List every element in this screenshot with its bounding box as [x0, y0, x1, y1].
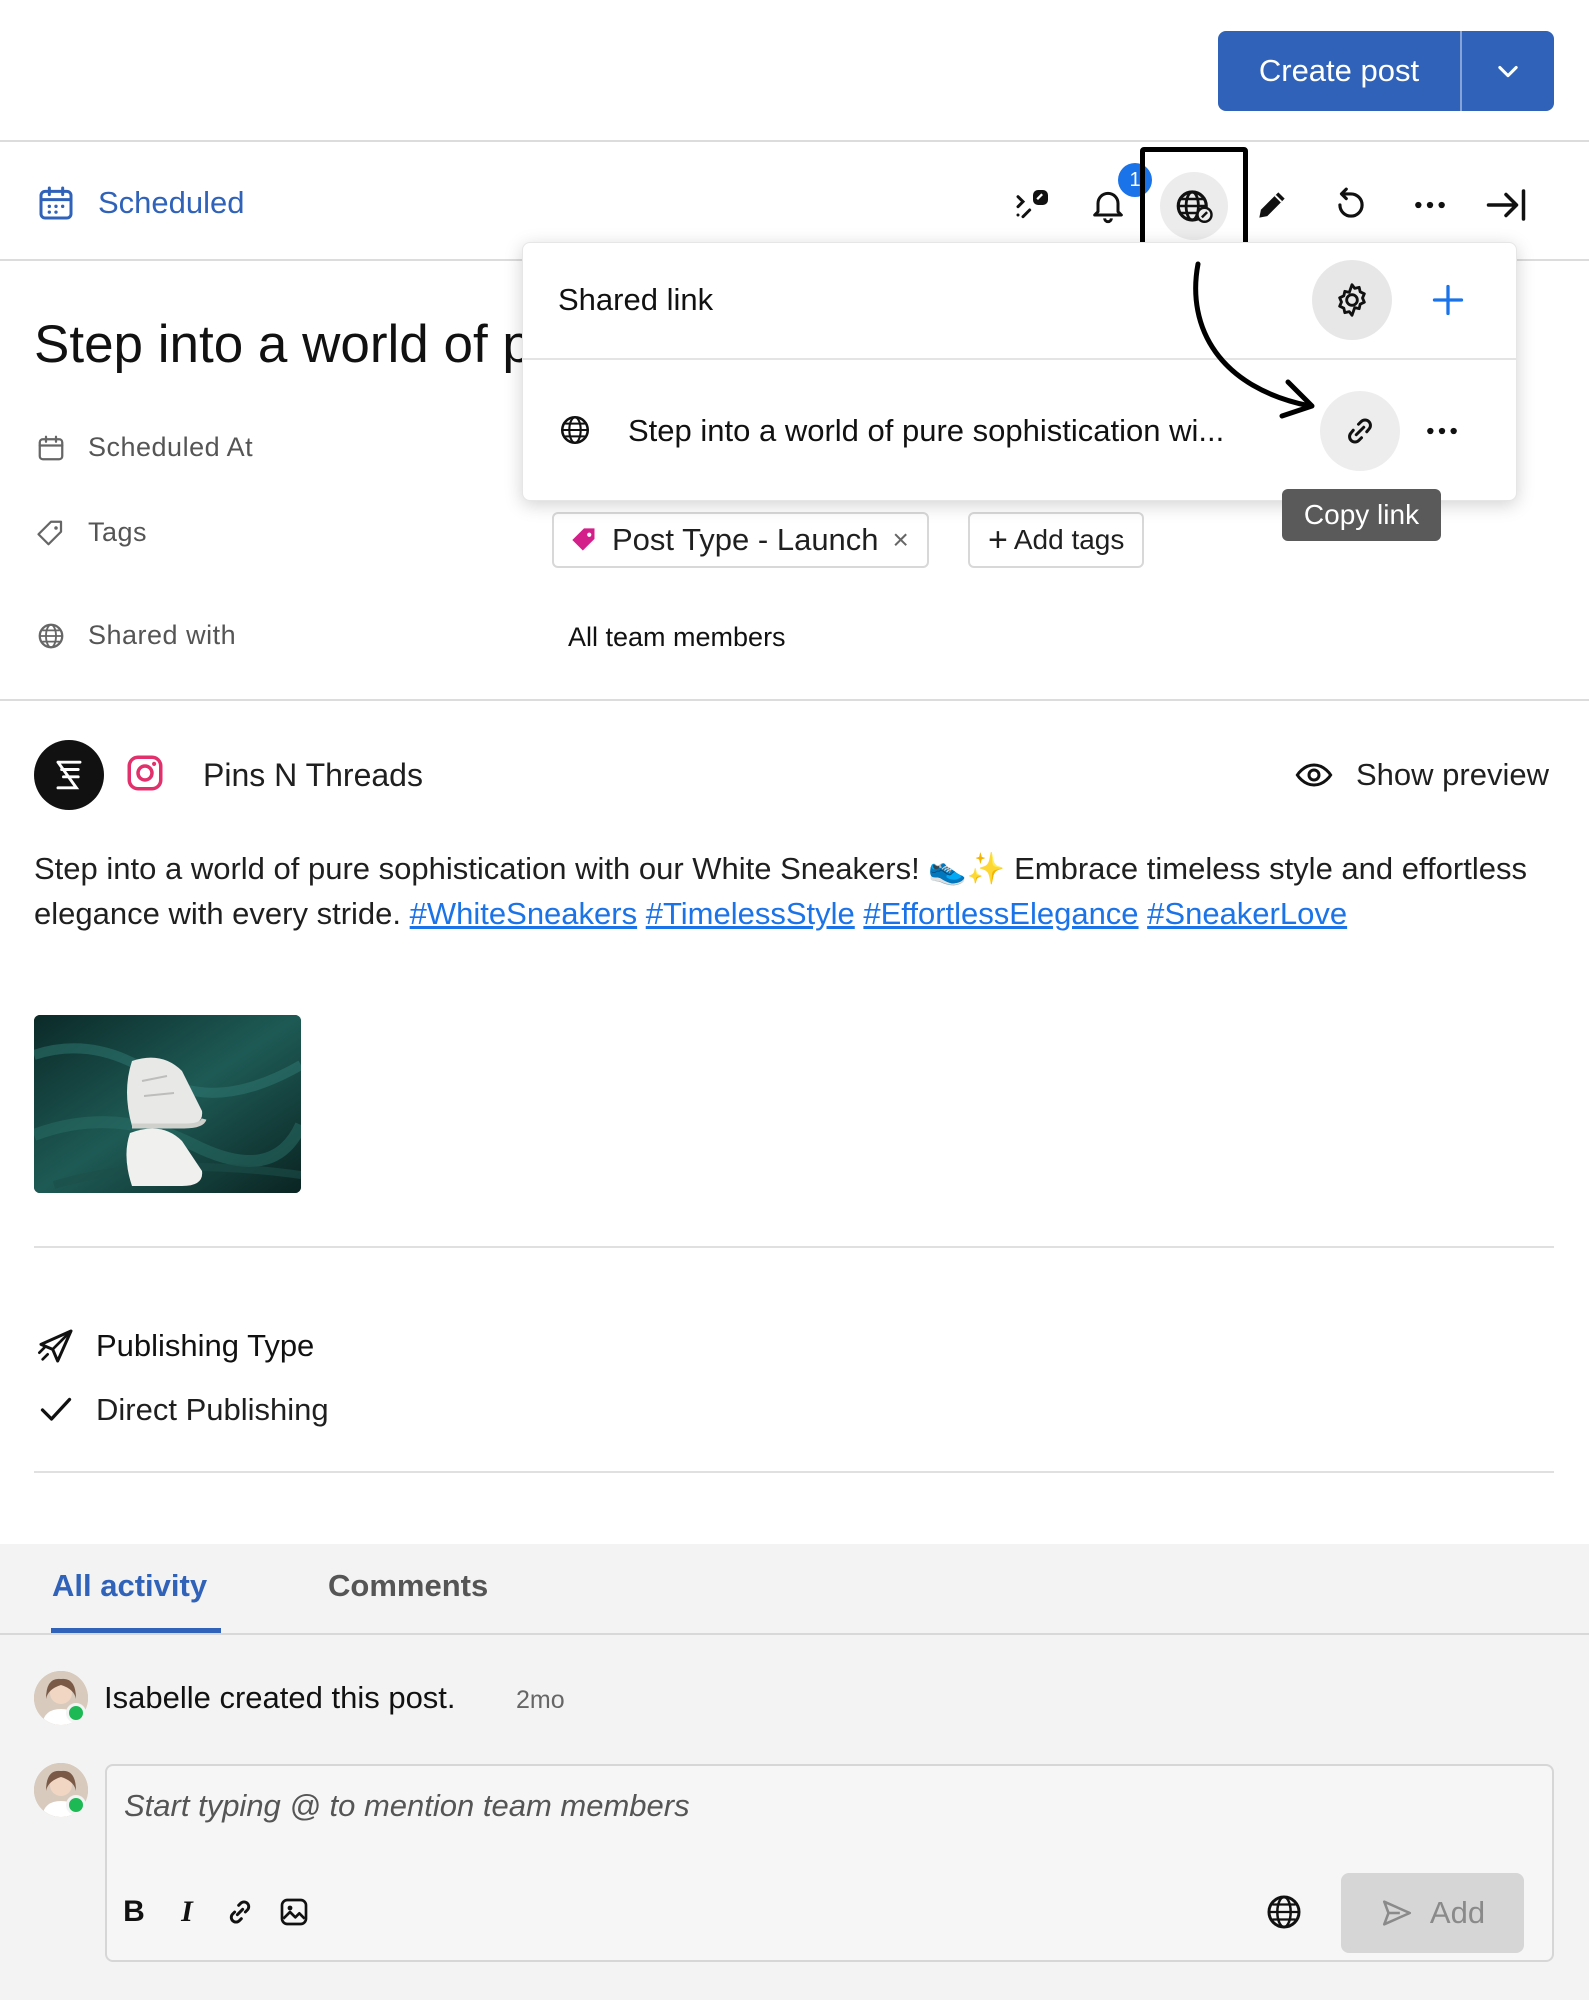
- shared-link-title[interactable]: Step into a world of pure sophistication…: [628, 413, 1224, 449]
- tags-label: Tags: [88, 517, 148, 547]
- bold-button[interactable]: B: [112, 1890, 156, 1934]
- tag-chip-label: Post Type - Launch: [612, 522, 879, 557]
- annotation-arrow: [1193, 261, 1315, 419]
- brand-logo-icon: [56, 760, 82, 790]
- activity-entry-text: Isabelle created this post.: [104, 1680, 456, 1715]
- shared-link-more-button[interactable]: [1414, 408, 1470, 454]
- hashtag-link[interactable]: #TimelessStyle: [646, 896, 855, 931]
- divider: [34, 1246, 1554, 1248]
- hashtag-link[interactable]: #SneakerLove: [1147, 896, 1347, 931]
- status-indicator[interactable]: Scheduled: [36, 183, 245, 223]
- shared-with-label: Shared with: [88, 620, 237, 650]
- undo-icon: [1338, 187, 1364, 218]
- globe-icon: [558, 413, 592, 447]
- chevron-down-icon: [1498, 65, 1518, 78]
- plus-icon: [1432, 284, 1464, 316]
- gear-icon: [1338, 283, 1366, 317]
- sneaker-image: [34, 1015, 301, 1193]
- add-button-label: Add: [1429, 1895, 1486, 1930]
- eye-icon: [1295, 763, 1333, 787]
- divider: [0, 699, 1589, 701]
- publishing-type-value: Direct Publishing: [38, 1392, 329, 1428]
- hashtag-link[interactable]: #WhiteSneakers: [410, 896, 637, 931]
- popover-divider: [523, 358, 1516, 360]
- create-post-button[interactable]: Create post: [1218, 31, 1462, 111]
- insert-link-button[interactable]: [218, 1890, 262, 1934]
- divider: [34, 1471, 1554, 1473]
- send-icon: [1382, 1900, 1411, 1926]
- tag-chip[interactable]: Post Type - Launch ×: [552, 512, 929, 568]
- highlight-frame: [1140, 147, 1248, 251]
- scheduled-at-label: Scheduled At: [88, 432, 254, 462]
- tag-icon: [37, 520, 63, 545]
- shared-with-row: Shared with: [36, 620, 236, 651]
- add-shared-link-button[interactable]: [1416, 268, 1480, 332]
- tabs-divider: [0, 1633, 1589, 1635]
- tag-icon: [572, 528, 595, 551]
- brand-avatar: [34, 740, 104, 810]
- activity-entry-time: 2mo: [516, 1686, 565, 1714]
- online-status-dot: [66, 1795, 86, 1815]
- calendar-icon: [39, 186, 73, 220]
- paper-plane-icon: [38, 1329, 73, 1363]
- history-button[interactable]: [1321, 175, 1381, 235]
- account-name: Pins N Threads: [203, 757, 423, 793]
- image-icon: [280, 1898, 308, 1926]
- publishing-type-heading: Publishing Type: [36, 1326, 314, 1366]
- more-options-button[interactable]: [1400, 175, 1460, 235]
- post-title: Step into a world of p: [34, 315, 532, 374]
- post-image-thumbnail[interactable]: [34, 1015, 301, 1193]
- tags-row: Tags: [36, 517, 147, 548]
- shared-with-value: All team members: [568, 622, 786, 652]
- more-horizontal-icon: [1415, 201, 1445, 209]
- add-tags-label: Add tags: [1013, 524, 1125, 555]
- popover-heading: Shared link: [558, 282, 714, 317]
- add-tags-button[interactable]: + Add tags: [968, 512, 1145, 568]
- visibility-globe-button[interactable]: [1262, 1890, 1306, 1934]
- more-horizontal-icon: [1427, 427, 1457, 435]
- pencil-icon: [1259, 192, 1285, 218]
- link-share-icon: [1016, 190, 1048, 219]
- create-post-dropdown-button[interactable]: [1462, 31, 1554, 111]
- close-panel-button[interactable]: [1476, 175, 1536, 235]
- globe-icon: [1267, 1895, 1301, 1929]
- share-integration-button[interactable]: [1003, 175, 1063, 235]
- publishing-type-label: Publishing Type: [96, 1328, 315, 1363]
- tab-all-activity[interactable]: All activity: [52, 1568, 207, 1604]
- hashtag-link[interactable]: #EffortlessElegance: [863, 896, 1138, 931]
- show-preview-button[interactable]: Show preview: [1294, 755, 1549, 795]
- comment-input[interactable]: [124, 1786, 1224, 1826]
- status-label: Scheduled: [98, 185, 245, 220]
- add-comment-button[interactable]: Add: [1341, 1873, 1524, 1953]
- italic-button[interactable]: I: [165, 1890, 209, 1934]
- copy-link-button[interactable]: [1320, 391, 1400, 471]
- arrow-to-right-icon: [1486, 189, 1526, 221]
- edit-button[interactable]: [1242, 175, 1302, 235]
- tab-comments[interactable]: Comments: [328, 1568, 488, 1604]
- tag-remove-button[interactable]: ×: [893, 524, 909, 556]
- online-status-dot: [66, 1703, 86, 1723]
- instagram-icon: [124, 752, 166, 794]
- globe-icon: [38, 623, 64, 648]
- show-preview-label: Show preview: [1356, 757, 1549, 792]
- link-icon: [1348, 418, 1372, 444]
- post-body: Step into a world of pure sophistication…: [34, 846, 1554, 936]
- link-icon: [229, 1900, 251, 1924]
- publishing-type-value-label: Direct Publishing: [96, 1392, 329, 1427]
- calendar-icon: [38, 435, 64, 460]
- create-post-split-button: Create post: [1218, 31, 1554, 111]
- check-icon: [40, 1397, 72, 1421]
- copy-link-tooltip: Copy link: [1282, 489, 1441, 541]
- plus-icon: +: [988, 520, 1008, 559]
- scheduled-at-row: Scheduled At: [36, 432, 253, 463]
- insert-image-button[interactable]: [272, 1890, 316, 1934]
